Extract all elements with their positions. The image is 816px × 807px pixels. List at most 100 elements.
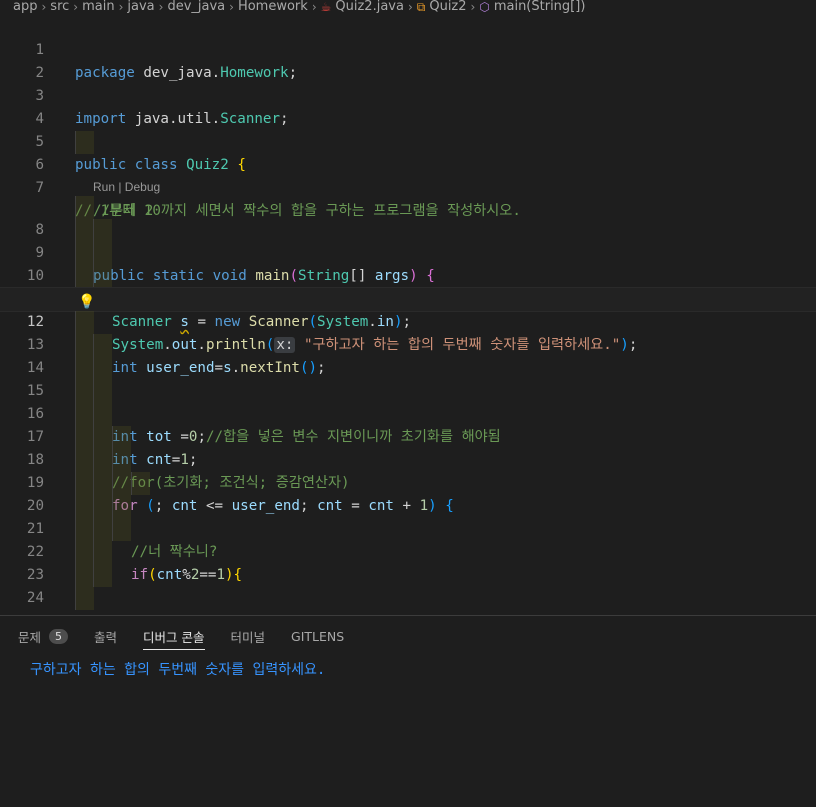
tab-output-label: 출력	[94, 629, 118, 645]
indent-guide	[93, 518, 112, 541]
chevron-right-icon: ›	[311, 0, 317, 14]
indent-guide	[75, 131, 94, 154]
indent-guide	[93, 495, 112, 518]
chevron-right-icon: ›	[407, 0, 413, 14]
indent-guide	[75, 541, 94, 564]
indent-guide	[112, 472, 131, 495]
chevron-right-icon: ›	[41, 0, 47, 14]
problems-count-badge: 5	[49, 628, 69, 644]
tab-gitlens[interactable]: GITLENS	[291, 616, 344, 656]
tab-debug-console-label: 디버그 콘솔	[143, 629, 205, 645]
code-line[interactable]: 22 System.out.println("tot:" + tot + ",c…	[0, 518, 816, 560]
debug-console-output: 구하고자 하는 합의 두번째 숫자를 입력하세요.	[30, 662, 326, 678]
tab-gitlens-label: GITLENS	[291, 628, 345, 644]
indent-guide	[93, 334, 112, 357]
code-line[interactable]: 11	[0, 265, 816, 307]
breadcrumb-file-label: Quiz2.java	[335, 0, 404, 14]
code-line[interactable]: 1 package dev_java.Homework;	[0, 16, 816, 81]
chevron-right-icon: ›	[73, 0, 79, 14]
chevron-right-icon: ›	[470, 0, 476, 14]
breadcrumb-homework[interactable]: Homework	[238, 0, 308, 14]
tab-output[interactable]: 출력	[94, 616, 117, 656]
codelens-run-debug[interactable]: Run | Debug	[93, 178, 160, 196]
tab-problems[interactable]: 문제 5	[18, 616, 69, 656]
indent-guide	[75, 587, 94, 610]
panel-tabs: 문제 5 출력 디버그 콘솔 터미널 GITLENS	[0, 616, 816, 656]
breadcrumb-method-label: main(String[])	[493, 0, 586, 14]
indent-guide	[75, 564, 94, 587]
indent-guide	[75, 426, 94, 449]
chevron-right-icon: ›	[229, 0, 234, 14]
indent-guide	[131, 472, 150, 495]
code-line[interactable]: 7 // 1부터 10까지 세면서 짝수의 합을 구하는 프로그램을 작성하시오…	[0, 154, 816, 219]
breadcrumb-app[interactable]: app	[13, 0, 37, 14]
code-line-current[interactable]: 12 💡 int user_end=s.nextInt();	[0, 287, 816, 376]
indent-guide	[75, 196, 94, 219]
indent-guide	[75, 311, 94, 334]
indent-guide	[75, 449, 94, 472]
tab-problems-label: 문제	[18, 629, 42, 645]
code-line[interactable]: 26	[0, 610, 816, 614]
indent-guide	[93, 265, 112, 288]
java-cup-icon: ☕	[320, 0, 332, 14]
code-line[interactable]: 2	[0, 39, 816, 81]
indent-guide	[75, 495, 94, 518]
code-line[interactable]: 9 Scanner s = new Scanner(System.in);	[0, 219, 816, 330]
indent-guide	[75, 265, 94, 288]
code-line[interactable]: 24 System.out.printf(format: "tot:%d, cn…	[0, 564, 816, 606]
indent-guide	[93, 403, 112, 426]
class-icon: ⧉	[416, 0, 426, 14]
indent-guide	[75, 242, 94, 265]
code-line[interactable]: 5 public class Quiz2 {	[0, 108, 816, 173]
code-editor[interactable]: 1 package dev_java.Homework; 2 3 import …	[0, 16, 816, 614]
breadcrumb-file[interactable]: ☕ Quiz2.java	[321, 0, 404, 14]
code-line[interactable]: 18 //너 짝수니?	[0, 426, 816, 560]
tab-terminal-label: 터미널	[230, 629, 266, 645]
indent-guide	[93, 449, 112, 472]
code-line[interactable]: 19 if(cnt%2==1){	[0, 449, 816, 583]
indent-guide	[75, 472, 94, 495]
indent-guide	[75, 357, 94, 380]
breadcrumb-class[interactable]: ⧉ Quiz2	[417, 0, 467, 14]
breadcrumb-java[interactable]: java	[127, 0, 154, 14]
indent-guide	[112, 518, 131, 541]
code-line[interactable]: 14 int tot =0;//합을 넣은 변수 지변이니까 초기화를 해야됨	[0, 334, 816, 445]
code-line[interactable]: 3 import java.util.Scanner;	[0, 62, 816, 127]
breadcrumb-class-label: Quiz2	[429, 0, 467, 14]
indent-guide	[75, 380, 94, 403]
indent-guide	[75, 219, 94, 242]
indent-guide	[75, 334, 94, 357]
code-line[interactable]: 6 //문제 2	[0, 131, 816, 219]
indent-guide	[112, 449, 131, 472]
bottom-panel: 문제 5 출력 디버그 콘솔 터미널 GITLENS 구하고자 하는 합의 두번…	[0, 615, 816, 807]
indent-guide	[112, 495, 131, 518]
breadcrumb-dev-java[interactable]: dev_java	[167, 0, 225, 14]
indent-guide	[75, 403, 94, 426]
code-line[interactable]: 15 int cnt=1;	[0, 357, 816, 468]
indent-guide	[93, 380, 112, 403]
indent-guide	[93, 472, 112, 495]
indent-guide	[93, 219, 112, 242]
indent-guide	[112, 426, 131, 449]
indent-guide	[75, 518, 94, 541]
code-line[interactable]: 21 }	[0, 495, 816, 614]
breadcrumb-method[interactable]: ⬡ main(String[])	[479, 0, 585, 14]
breadcrumb: app › src › main › java › dev_java › Hom…	[0, 0, 816, 14]
code-line[interactable]: 8 public static void main(String[] args)…	[0, 196, 816, 284]
tab-debug-console[interactable]: 디버그 콘솔	[143, 616, 206, 656]
code-line[interactable]: 4	[0, 85, 816, 127]
indent-guide	[93, 357, 112, 380]
code-line[interactable]: 23 }	[0, 541, 816, 583]
indent-guide	[93, 426, 112, 449]
breadcrumb-main[interactable]: main	[82, 0, 114, 14]
code-line[interactable]: 25 }	[0, 587, 816, 614]
indent-guide	[93, 242, 112, 265]
code-line[interactable]: 17 for (; cnt <= user_end; cnt = cnt + 1…	[0, 403, 816, 514]
code-line[interactable]: 16 //for(초기화; 조건식; 증감연산자)	[0, 380, 816, 491]
code-line[interactable]: 20 tot=tot+cnt; //1	[0, 472, 816, 614]
method-cube-icon: ⬡	[479, 0, 490, 14]
code-line[interactable]: 10 System.out.println(x: "구하고자 하는 합의 두번째…	[0, 242, 816, 353]
tab-terminal[interactable]: 터미널	[231, 616, 266, 656]
breadcrumb-src[interactable]: src	[50, 0, 69, 14]
code-line[interactable]: 13	[0, 311, 816, 353]
